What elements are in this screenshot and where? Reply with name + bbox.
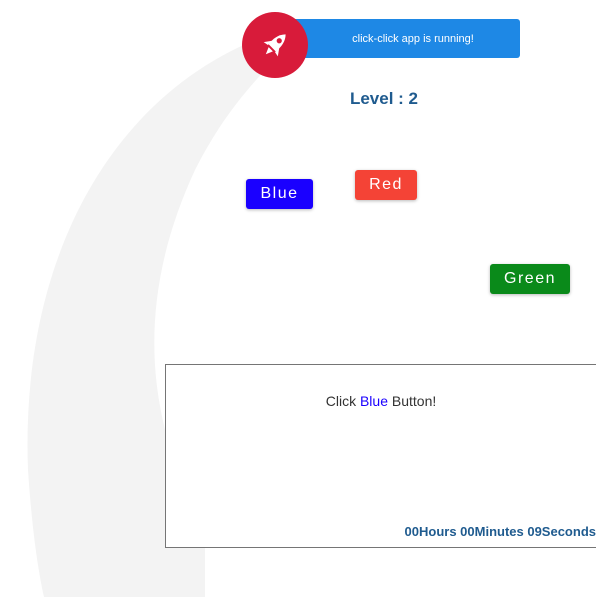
instruction-text: Click Blue Button! bbox=[166, 393, 596, 409]
instruction-suffix: Button! bbox=[391, 393, 437, 409]
elapsed-timer: 00Hours 00Minutes 09Seconds bbox=[404, 524, 596, 539]
instruction-prefix: Click bbox=[325, 393, 357, 409]
level-indicator: Level : 2 bbox=[349, 89, 419, 108]
game-panel: Click Blue Button! 00Hours 00Minutes 09S… bbox=[165, 364, 596, 548]
instruction-target-color: Blue bbox=[359, 393, 388, 409]
status-banner-text: click-click app is running! bbox=[352, 32, 474, 45]
green-button[interactable]: Green bbox=[490, 264, 570, 294]
blue-button[interactable]: Blue bbox=[246, 179, 313, 209]
rocket-badge bbox=[242, 12, 308, 78]
status-banner: click-click app is running! bbox=[288, 19, 520, 58]
rocket-icon bbox=[263, 34, 286, 57]
red-button[interactable]: Red bbox=[355, 170, 417, 200]
app-page: click-click app is running! Level : 2 Bl… bbox=[0, 0, 596, 597]
